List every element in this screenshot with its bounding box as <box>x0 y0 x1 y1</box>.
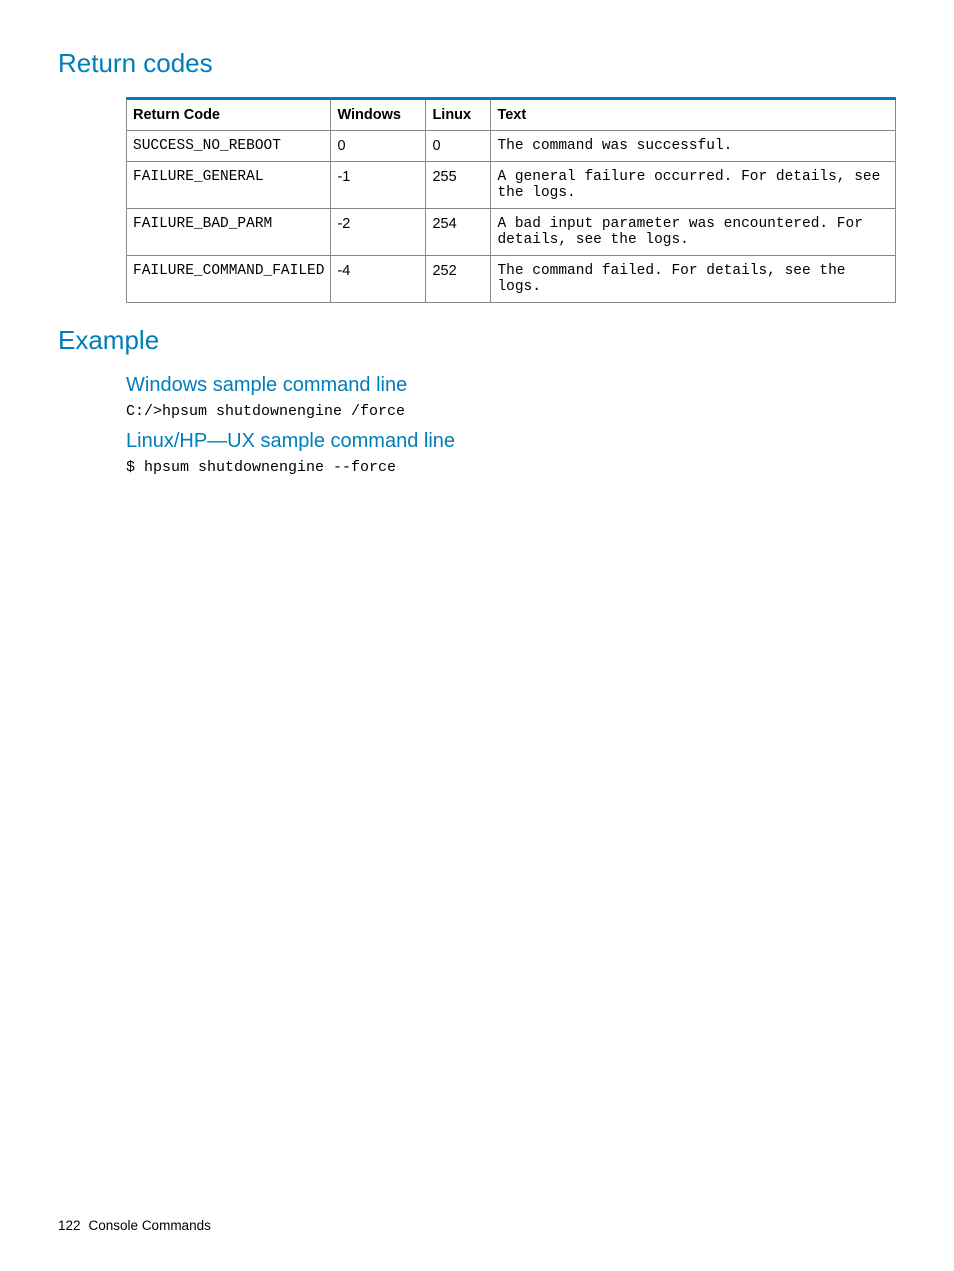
example-container: Windows sample command line C:/>hpsum sh… <box>58 374 896 476</box>
cell-windows: -2 <box>331 209 426 256</box>
return-codes-heading: Return codes <box>58 48 896 79</box>
cell-windows: -4 <box>331 256 426 303</box>
return-codes-table-container: Return Code Windows Linux Text SUCCESS_N… <box>58 97 896 303</box>
cell-text: The command failed. For details, see the… <box>491 256 896 303</box>
cell-return-code: FAILURE_GENERAL <box>127 162 331 209</box>
cell-return-code: SUCCESS_NO_REBOOT <box>127 131 331 162</box>
windows-command: C:/>hpsum shutdownengine /force <box>126 403 896 420</box>
table-header-row: Return Code Windows Linux Text <box>127 99 896 131</box>
cell-text: A bad input parameter was encountered. F… <box>491 209 896 256</box>
cell-windows: -1 <box>331 162 426 209</box>
page-footer: 122 Console Commands <box>58 1218 211 1233</box>
table-row: FAILURE_GENERAL -1 255 A general failure… <box>127 162 896 209</box>
header-text: Text <box>491 99 896 131</box>
table-row: FAILURE_BAD_PARM -2 254 A bad input para… <box>127 209 896 256</box>
header-windows: Windows <box>331 99 426 131</box>
section-name: Console Commands <box>89 1218 211 1233</box>
return-codes-table: Return Code Windows Linux Text SUCCESS_N… <box>126 97 896 303</box>
cell-linux: 0 <box>426 131 491 162</box>
cell-linux: 252 <box>426 256 491 303</box>
cell-return-code: FAILURE_BAD_PARM <box>127 209 331 256</box>
cell-linux: 255 <box>426 162 491 209</box>
example-heading: Example <box>58 325 896 356</box>
cell-text: The command was successful. <box>491 131 896 162</box>
linux-sample-heading: Linux/HP—UX sample command line <box>126 430 896 453</box>
cell-linux: 254 <box>426 209 491 256</box>
table-row: SUCCESS_NO_REBOOT 0 0 The command was su… <box>127 131 896 162</box>
page-number: 122 <box>58 1218 81 1233</box>
header-linux: Linux <box>426 99 491 131</box>
cell-text: A general failure occurred. For details,… <box>491 162 896 209</box>
table-row: FAILURE_COMMAND_FAILED -4 252 The comman… <box>127 256 896 303</box>
header-return-code: Return Code <box>127 99 331 131</box>
windows-sample-heading: Windows sample command line <box>126 374 896 397</box>
cell-return-code: FAILURE_COMMAND_FAILED <box>127 256 331 303</box>
linux-command: $ hpsum shutdownengine --force <box>126 459 896 476</box>
cell-windows: 0 <box>331 131 426 162</box>
